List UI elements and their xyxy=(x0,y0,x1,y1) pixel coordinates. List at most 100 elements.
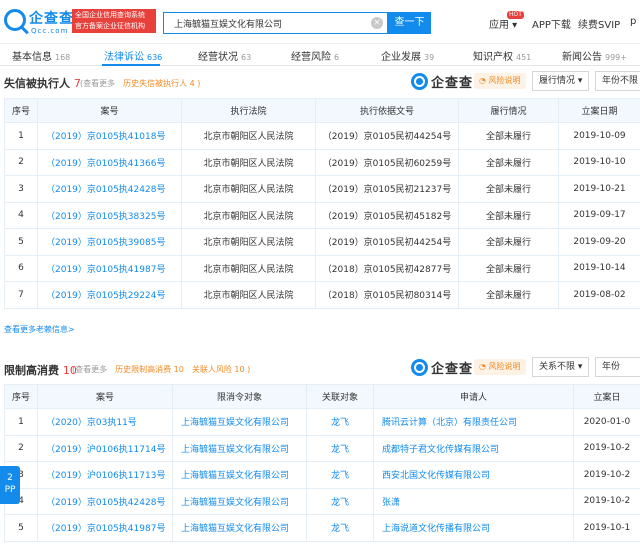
table-row: 4 （2019）京0105执38325号 北京市朝阳区人民法院 （2019）京0105… xyxy=(4,201,640,229)
credit-badge-line1: 全国企业信用查询系统 xyxy=(75,11,145,19)
table-cell[interactable]: 张潇 xyxy=(373,487,574,515)
table-cell[interactable]: （2020）京03执11号 xyxy=(37,408,173,436)
risk-info-button[interactable]: ◔ 风险说明 xyxy=(474,73,526,89)
tab-count: 999+ xyxy=(605,53,627,62)
magnifier-icon xyxy=(4,9,26,31)
history-dishonest-link[interactable]: 历史失信被执行人 4 ) xyxy=(123,79,200,88)
tab-label: 新闻公告 xyxy=(562,52,602,63)
tab-legal[interactable]: 法律诉讼 636 xyxy=(104,48,162,63)
table-cell: （2019）京0105民初21237号 xyxy=(315,175,459,203)
table-cell[interactable]: 上海毓猫互娱文化有限公司 xyxy=(172,408,307,436)
table-cell: 2019-10-2 xyxy=(573,487,640,515)
tab-basic-info[interactable]: 基本信息 168 xyxy=(12,48,70,63)
table-cell[interactable]: 上海毓猫互娱文化有限公司 xyxy=(172,434,307,462)
table-cell: 2019-09-17 xyxy=(558,201,640,229)
year-filter-select[interactable]: 年份不限 xyxy=(595,71,640,91)
table-cell: 全部未履行 xyxy=(458,175,559,203)
table-cell[interactable]: （2019）沪0106执11713号 xyxy=(37,461,173,489)
search-input[interactable]: 上海毓猫互娱文化有限公司 × xyxy=(163,12,388,34)
app-download-link[interactable]: APP下载 xyxy=(532,16,571,31)
active-tab-indicator xyxy=(102,64,160,66)
table-cell: 全部未履行 xyxy=(458,228,559,256)
table-cell: 全部未履行 xyxy=(458,201,559,229)
table-cell: 2019-10-10 xyxy=(558,148,640,176)
qcc-logo[interactable]: 企查查 Qcc.com xyxy=(2,6,74,40)
table-cell[interactable]: （2019）京0105执42428号 xyxy=(37,487,173,515)
col-header: 执行依据文号 xyxy=(315,98,459,123)
table-cell[interactable]: 西安北国文化传媒有限公司 xyxy=(373,461,574,489)
status-filter-select[interactable]: 履行情况 ▾ xyxy=(532,71,590,91)
svip-renew-link[interactable]: 续费SVIP xyxy=(578,16,620,31)
table-cell: （2019）京0105民初44254号 xyxy=(315,122,459,150)
table-cell[interactable]: （2019）京0105执29224号 xyxy=(37,281,182,309)
col-header: 序号 xyxy=(4,98,38,123)
table-cell[interactable]: 龙飞 xyxy=(306,408,374,436)
search-button[interactable]: 查一下 xyxy=(388,12,431,34)
table-cell[interactable]: 龙飞 xyxy=(306,434,374,462)
year-filter-select[interactable]: 年份 xyxy=(595,357,640,377)
table-cell[interactable]: （2019）京0105执41366号 xyxy=(37,148,182,176)
table-cell: （2019）京0105民初44254号 xyxy=(315,228,459,256)
col-header: 执行法院 xyxy=(181,98,316,123)
table-cell: 2 xyxy=(4,434,38,462)
table-cell: 2019-09-20 xyxy=(558,228,640,256)
col-header: 案号 xyxy=(37,384,173,409)
col-header: 履行情况 xyxy=(458,98,559,123)
table-cell: 3 xyxy=(4,175,38,203)
watermark-text: 企查查 xyxy=(431,76,474,91)
tab-count: 39 xyxy=(424,53,435,62)
table-cell[interactable]: 龙飞 xyxy=(306,461,374,489)
status-filter-label: 履行情况 xyxy=(539,76,576,86)
history-consumption-link[interactable]: 历史限制高消费 10 xyxy=(115,365,184,374)
table-cell[interactable]: （2019）沪0106执11714号 xyxy=(37,434,173,462)
tab-development[interactable]: 企业发展 39 xyxy=(381,48,434,63)
qcc-watermark: 企查查 xyxy=(411,72,474,92)
table-cell: 北京市朝阳区人民法院 xyxy=(181,148,316,176)
clear-icon[interactable]: × xyxy=(371,17,383,29)
view-more-dishonest-link[interactable]: 查看更多老赖信息> xyxy=(4,324,75,335)
table-cell: 1 xyxy=(4,408,38,436)
table-cell[interactable]: 成都特子君文化传媒有限公司 xyxy=(373,434,574,462)
table-row: 2 （2019）沪0106执11714号 上海毓猫互娱文化有限公司 龙飞 成都特子君文化… xyxy=(4,434,640,462)
risk-info-button[interactable]: ◔ 风险说明 xyxy=(474,359,526,375)
table-cell[interactable]: 上海毓猫互娱文化有限公司 xyxy=(172,461,307,489)
app-float-button[interactable]: 2 PP xyxy=(0,466,20,504)
table-row: 5 （2019）京0105执39085号 北京市朝阳区人民法院 （2019）京0105… xyxy=(4,228,640,256)
apps-menu-label: 应用 xyxy=(489,20,509,31)
table-cell: （2018）京0105民初80314号 xyxy=(315,281,459,309)
table-cell[interactable]: 龙飞 xyxy=(306,487,374,515)
table-cell[interactable]: （2019）京0105执39085号 xyxy=(37,228,182,256)
col-header: 限消令对象 xyxy=(172,384,307,409)
table-cell: 2019-10-09 xyxy=(558,122,640,150)
table-cell[interactable]: 上海毓猫互娱文化有限公司 xyxy=(172,487,307,515)
table-cell[interactable]: （2019）京0105执42428号 xyxy=(37,175,182,203)
table-cell[interactable]: （2019）京0105执41987号 xyxy=(37,254,182,282)
table-cell: 5 xyxy=(4,228,38,256)
company-tabs: 基本信息 168 法律诉讼 636 经营状况 63 经营风险 6 企业发展 39 知识产权… xyxy=(0,44,640,66)
table-cell[interactable]: 上海说道文化传播有限公司 xyxy=(373,514,574,542)
table-row: 7 （2019）京0105执29224号 北京市朝阳区人民法院 （2018）京0105… xyxy=(4,281,640,309)
table-cell: 2 xyxy=(4,148,38,176)
table-cell[interactable]: 腾讯云计算（北京）有限责任公司 xyxy=(373,408,574,436)
tab-label: 经营状况 xyxy=(198,52,238,63)
table-cell[interactable]: 上海毓猫互娱文化有限公司 xyxy=(172,514,307,542)
table-cell: 6 xyxy=(4,254,38,282)
table-row: 3 （2019）沪0106执11713号 上海毓猫互娱文化有限公司 龙飞 西安北国文化传… xyxy=(4,461,640,489)
tab-ip[interactable]: 知识产权 451 xyxy=(473,48,531,63)
col-header: 案号 xyxy=(37,98,182,123)
user-menu[interactable]: p xyxy=(630,16,636,27)
logo-text: 企查查 xyxy=(29,11,74,27)
table-header-row: 序号 案号 执行法院 执行依据文号 履行情况 立案日期 xyxy=(4,98,640,123)
table-cell[interactable]: 龙飞 xyxy=(306,514,374,542)
relation-filter-select[interactable]: 关系不限 ▾ xyxy=(532,357,590,377)
tab-operation[interactable]: 经营状况 63 xyxy=(198,48,251,63)
tab-risk[interactable]: 经营风险 6 xyxy=(291,48,339,63)
table-cell[interactable]: （2019）京0105执41018号 xyxy=(37,122,182,150)
risk-info-label: 风险说明 xyxy=(488,362,521,371)
table-cell[interactable]: （2019）京0105执38325号 xyxy=(37,201,182,229)
table-cell[interactable]: （2019）京0105执41987号 xyxy=(37,514,173,542)
tab-label: 基本信息 xyxy=(12,52,52,63)
tab-news[interactable]: 新闻公告 999+ xyxy=(562,48,627,63)
table-cell: 全部未履行 xyxy=(458,122,559,150)
related-risk-link[interactable]: 关联人风险 10 ) xyxy=(192,365,250,374)
